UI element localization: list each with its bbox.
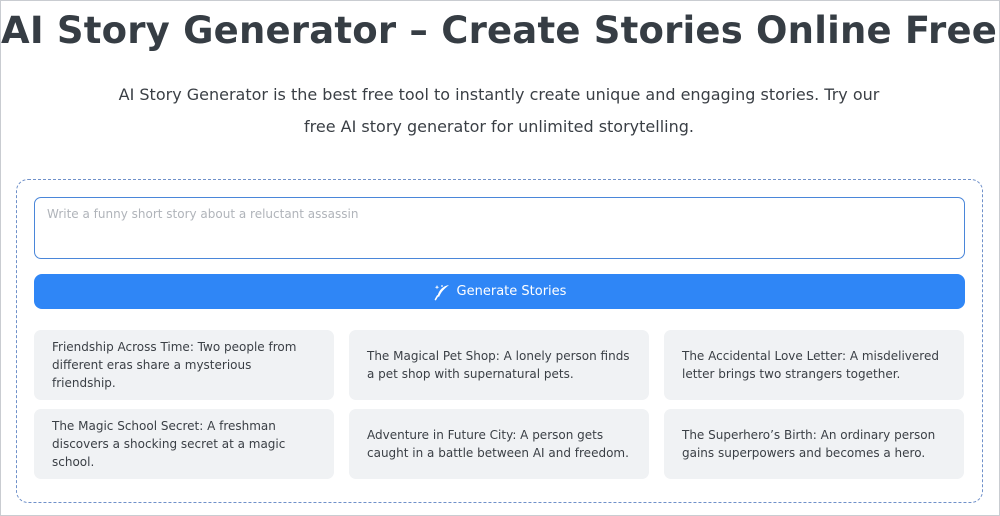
suggestion-card[interactable]: Adventure in Future City: A person gets … bbox=[349, 409, 649, 479]
story-generator-panel: Generate Stories Friendship Across Time:… bbox=[16, 179, 983, 503]
generate-stories-label: Generate Stories bbox=[456, 284, 567, 299]
magic-feather-icon bbox=[433, 283, 451, 301]
page-subtitle: AI Story Generator is the best free tool… bbox=[118, 85, 880, 136]
suggestion-card[interactable]: The Accidental Love Letter: A misdeliver… bbox=[664, 330, 964, 400]
suggestion-card[interactable]: The Magical Pet Shop: A lonely person fi… bbox=[349, 330, 649, 400]
page-title: AI Story Generator – Create Stories Onli… bbox=[1, 9, 998, 52]
suggestion-card[interactable]: The Superhero’s Birth: An ordinary perso… bbox=[664, 409, 964, 479]
suggestion-card[interactable]: Friendship Across Time: Two people from … bbox=[34, 330, 334, 400]
story-prompt-input[interactable] bbox=[34, 197, 965, 259]
story-suggestions-grid: Friendship Across Time: Two people from … bbox=[34, 330, 965, 479]
page-frame: AI Story Generator – Create Stories Onli… bbox=[0, 0, 1000, 516]
generate-stories-button[interactable]: Generate Stories bbox=[34, 274, 965, 309]
suggestion-card[interactable]: The Magic School Secret: A freshman disc… bbox=[34, 409, 334, 479]
